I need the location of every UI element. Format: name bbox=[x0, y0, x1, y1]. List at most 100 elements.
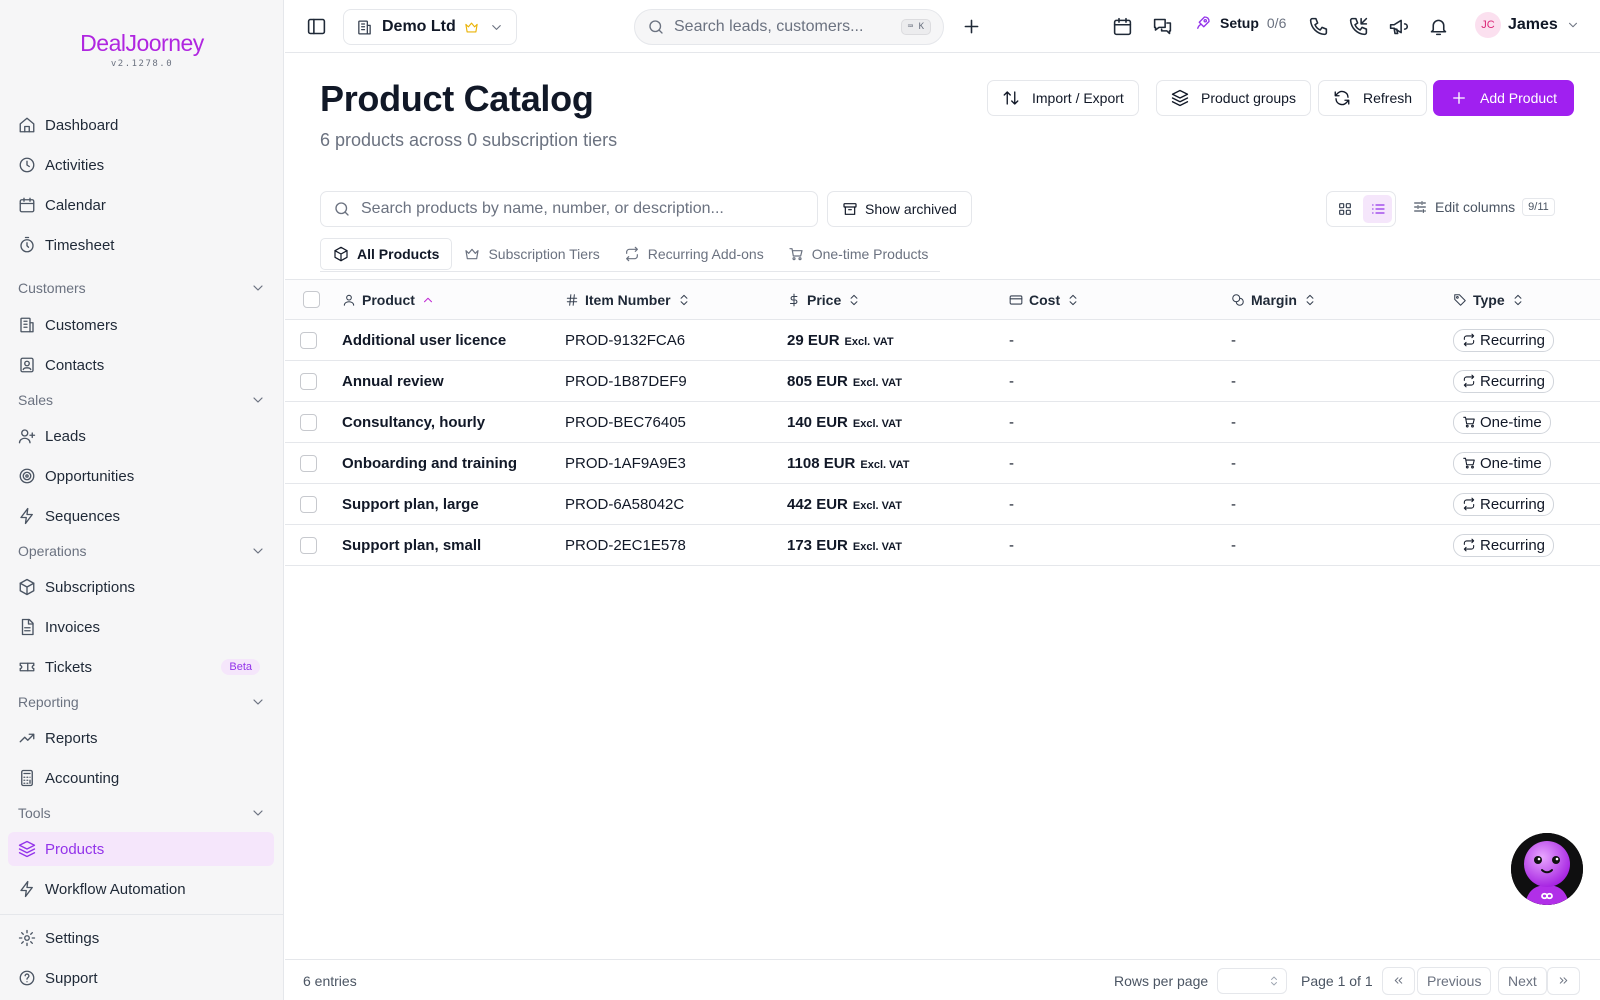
product-name[interactable]: Support plan, large bbox=[342, 484, 479, 524]
sidebar-item-activities[interactable]: Activities bbox=[8, 148, 274, 182]
row-checkbox[interactable] bbox=[300, 320, 317, 360]
table-row[interactable]: Additional user licence PROD-9132FCA6 29… bbox=[285, 320, 1600, 361]
import-export-button[interactable]: Import / Export bbox=[987, 80, 1139, 116]
sidebar-item-products[interactable]: Products bbox=[8, 832, 274, 866]
notifications-button[interactable] bbox=[1428, 16, 1449, 37]
item-number: PROD-1AF9A9E3 bbox=[565, 454, 686, 472]
column-header-cost[interactable]: Cost bbox=[1009, 280, 1086, 319]
tab-recurring-addons[interactable]: Recurring Add-ons bbox=[612, 238, 776, 270]
next-page-button[interactable]: Next bbox=[1498, 960, 1547, 1000]
rows-per-page-select[interactable] bbox=[1217, 960, 1287, 1000]
timer-icon bbox=[18, 236, 36, 254]
add-product-button[interactable]: Add Product bbox=[1433, 80, 1575, 116]
section-sales[interactable]: Sales bbox=[18, 388, 266, 412]
sort-ascending-icon bbox=[421, 293, 435, 307]
grid-view-button[interactable] bbox=[1330, 195, 1359, 223]
sidebar-item-timesheet[interactable]: Timesheet bbox=[8, 228, 274, 262]
sidebar-item-invoices[interactable]: Invoices bbox=[8, 610, 274, 644]
product-groups-button[interactable]: Product groups bbox=[1156, 80, 1311, 116]
tab-subscription-tiers[interactable]: Subscription Tiers bbox=[452, 238, 611, 270]
setup-progress-button[interactable]: Setup 0/6 bbox=[1194, 14, 1286, 32]
show-archived-button[interactable]: Show archived bbox=[827, 191, 972, 227]
list-view-button[interactable] bbox=[1363, 195, 1392, 223]
section-operations[interactable]: Operations bbox=[18, 539, 266, 563]
columns-count-badge: 9/11 bbox=[1522, 198, 1555, 216]
sidebar-item-workflow-automation[interactable]: Workflow Automation bbox=[8, 872, 274, 906]
messages-button[interactable] bbox=[1152, 16, 1173, 37]
product-name[interactable]: Support plan, small bbox=[342, 525, 481, 565]
plus-icon bbox=[961, 16, 982, 37]
announcements-button[interactable] bbox=[1388, 16, 1409, 37]
edit-columns-button[interactable]: Edit columns 9/11 bbox=[1412, 198, 1555, 216]
table-row[interactable]: Onboarding and training PROD-1AF9A9E3 11… bbox=[285, 443, 1600, 484]
section-reporting[interactable]: Reporting bbox=[18, 690, 266, 714]
product-name[interactable]: Annual review bbox=[342, 361, 444, 401]
section-customers[interactable]: Customers bbox=[18, 276, 266, 300]
sidebar-item-subscriptions[interactable]: Subscriptions bbox=[8, 570, 274, 604]
calendar-button[interactable] bbox=[1112, 16, 1133, 37]
sidebar-item-contacts[interactable]: Contacts bbox=[8, 348, 274, 382]
product-name[interactable]: Onboarding and training bbox=[342, 443, 517, 483]
sidebar-toggle-button[interactable] bbox=[306, 16, 327, 37]
quick-add-button[interactable] bbox=[961, 16, 982, 37]
tab-one-time-products[interactable]: One-time Products bbox=[776, 238, 941, 270]
coins-icon bbox=[1231, 293, 1245, 307]
global-search-input[interactable]: Search leads, customers... ⌨ K bbox=[634, 9, 944, 45]
sidebar-item-opportunities[interactable]: Opportunities bbox=[8, 459, 274, 493]
global-search-placeholder: Search leads, customers... bbox=[674, 18, 864, 35]
first-page-button[interactable] bbox=[1382, 960, 1415, 1000]
margin: - bbox=[1231, 413, 1236, 431]
column-header-type[interactable]: Type bbox=[1453, 280, 1531, 319]
last-page-button[interactable] bbox=[1547, 960, 1580, 1000]
sidebar-item-sequences[interactable]: Sequences bbox=[8, 499, 274, 533]
product-name[interactable]: Consultancy, hourly bbox=[342, 402, 485, 442]
column-header-margin[interactable]: Margin bbox=[1231, 280, 1323, 319]
sidebar-item-settings[interactable]: Settings bbox=[8, 921, 274, 955]
row-checkbox[interactable] bbox=[300, 443, 317, 483]
sidebar-item-label: Customers bbox=[45, 316, 118, 334]
row-checkbox[interactable] bbox=[300, 402, 317, 442]
cost: - bbox=[1009, 413, 1014, 431]
app-logo[interactable]: DealJoorney v2.1278.0 bbox=[0, 30, 284, 69]
call-log-button[interactable] bbox=[1348, 16, 1369, 37]
row-checkbox[interactable] bbox=[300, 525, 317, 565]
arrows-up-down-icon bbox=[1002, 89, 1020, 107]
refresh-button[interactable]: Refresh bbox=[1318, 80, 1428, 116]
sidebar-item-accounting[interactable]: Accounting bbox=[8, 761, 274, 795]
previous-page-button[interactable]: Previous bbox=[1417, 960, 1492, 1000]
sidebar-item-customers[interactable]: Customers bbox=[8, 308, 274, 342]
table-row[interactable]: Support plan, small PROD-2EC1E578 173 EU… bbox=[285, 525, 1600, 566]
lightning-icon bbox=[18, 507, 36, 525]
column-header-price[interactable]: Price bbox=[787, 280, 867, 319]
product-search-input[interactable]: Search products by name, number, or desc… bbox=[320, 191, 818, 227]
row-checkbox[interactable] bbox=[300, 361, 317, 401]
user-menu[interactable]: JC James bbox=[1475, 12, 1580, 38]
repeat-icon bbox=[1462, 497, 1476, 511]
select-all-checkbox[interactable] bbox=[303, 280, 320, 319]
assistant-mascot-button[interactable] bbox=[1511, 833, 1583, 905]
company-switcher[interactable]: Demo Ltd bbox=[343, 9, 517, 45]
table-row[interactable]: Consultancy, hourly PROD-BEC76405 140 EU… bbox=[285, 402, 1600, 443]
phone-button[interactable] bbox=[1308, 16, 1329, 37]
column-header-product[interactable]: Product bbox=[342, 280, 441, 319]
product-name[interactable]: Additional user licence bbox=[342, 320, 506, 360]
page-title: Product Catalog bbox=[320, 78, 594, 119]
type-label: Recurring bbox=[1480, 536, 1546, 554]
section-tools[interactable]: Tools bbox=[18, 801, 266, 825]
sidebar-item-calendar[interactable]: Calendar bbox=[8, 188, 274, 222]
page-subtitle: 6 products across 0 subscription tiers bbox=[320, 130, 618, 150]
margin: - bbox=[1231, 536, 1236, 554]
sidebar-item-reports[interactable]: Reports bbox=[8, 721, 274, 755]
sidebar-item-tickets[interactable]: Tickets Beta bbox=[8, 650, 274, 684]
table-row[interactable]: Support plan, large PROD-6A58042C 442 EU… bbox=[285, 484, 1600, 525]
sidebar-item-dashboard[interactable]: Dashboard bbox=[8, 108, 274, 142]
row-checkbox[interactable] bbox=[300, 484, 317, 524]
sidebar-item-support[interactable]: Support bbox=[8, 961, 274, 995]
tab-all-products[interactable]: All Products bbox=[320, 237, 453, 270]
sidebar-item-leads[interactable]: Leads bbox=[8, 419, 274, 453]
price-value: 1108 EUR bbox=[787, 454, 856, 472]
table-row[interactable]: Annual review PROD-1B87DEF9 805 EUR Excl.… bbox=[285, 361, 1600, 402]
column-header-item-number[interactable]: Item Number bbox=[565, 280, 697, 319]
sort-icon bbox=[1066, 293, 1080, 307]
megaphone-icon bbox=[1388, 16, 1409, 37]
